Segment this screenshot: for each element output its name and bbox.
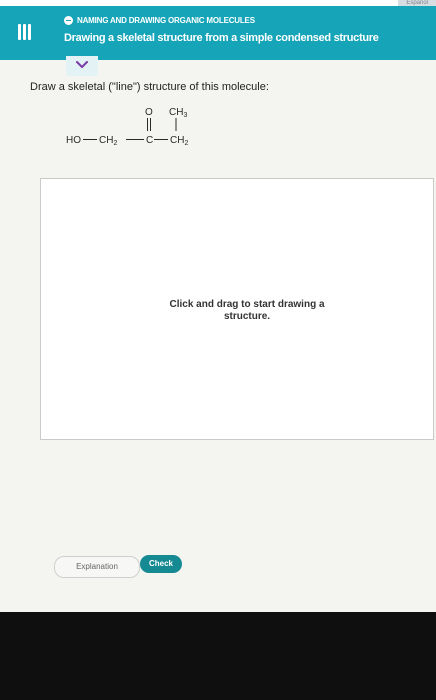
- explanation-button[interactable]: Explanation: [54, 556, 140, 578]
- section-row: NAMING AND DRAWING ORGANIC MOLECULES: [64, 16, 379, 25]
- check-button[interactable]: Check: [140, 555, 182, 573]
- canvas-hint-line2: structure.: [223, 311, 271, 322]
- section-label: NAMING AND DRAWING ORGANIC MOLECULES: [77, 16, 255, 25]
- drawing-canvas[interactable]: Click and drag to start drawing a struct…: [40, 178, 434, 440]
- question-prompt: Draw a skeletal ("line") structure of th…: [30, 81, 269, 93]
- header-bar: NAMING AND DRAWING ORGANIC MOLECULES Dra…: [0, 6, 436, 60]
- page-title: Drawing a skeletal structure from a simp…: [64, 32, 379, 44]
- group-ch2-right: CH2: [170, 135, 188, 147]
- canvas-hint: Click and drag to start drawing a struct…: [97, 299, 397, 323]
- canvas-hint-line1: Click and drag to start drawing a: [169, 299, 325, 310]
- atom-c-carbonyl: C: [146, 135, 153, 146]
- header-text: NAMING AND DRAWING ORGANIC MOLECULES Dra…: [64, 16, 379, 44]
- condensed-structure: HO CH2 C CH2 O CH3: [66, 107, 188, 147]
- atom-o: O: [145, 107, 153, 118]
- group-ch3: CH3: [169, 107, 187, 119]
- atom-ho: HO: [66, 135, 81, 146]
- minus-circle-icon: [64, 16, 73, 25]
- group-ch2-left: CH2: [99, 135, 117, 147]
- collapse-tab[interactable]: [66, 56, 98, 76]
- app-screen: Español NAMING AND DRAWING ORGANIC MOLEC…: [0, 0, 436, 612]
- chevron-down-icon: [76, 61, 88, 68]
- menu-icon[interactable]: [16, 23, 34, 41]
